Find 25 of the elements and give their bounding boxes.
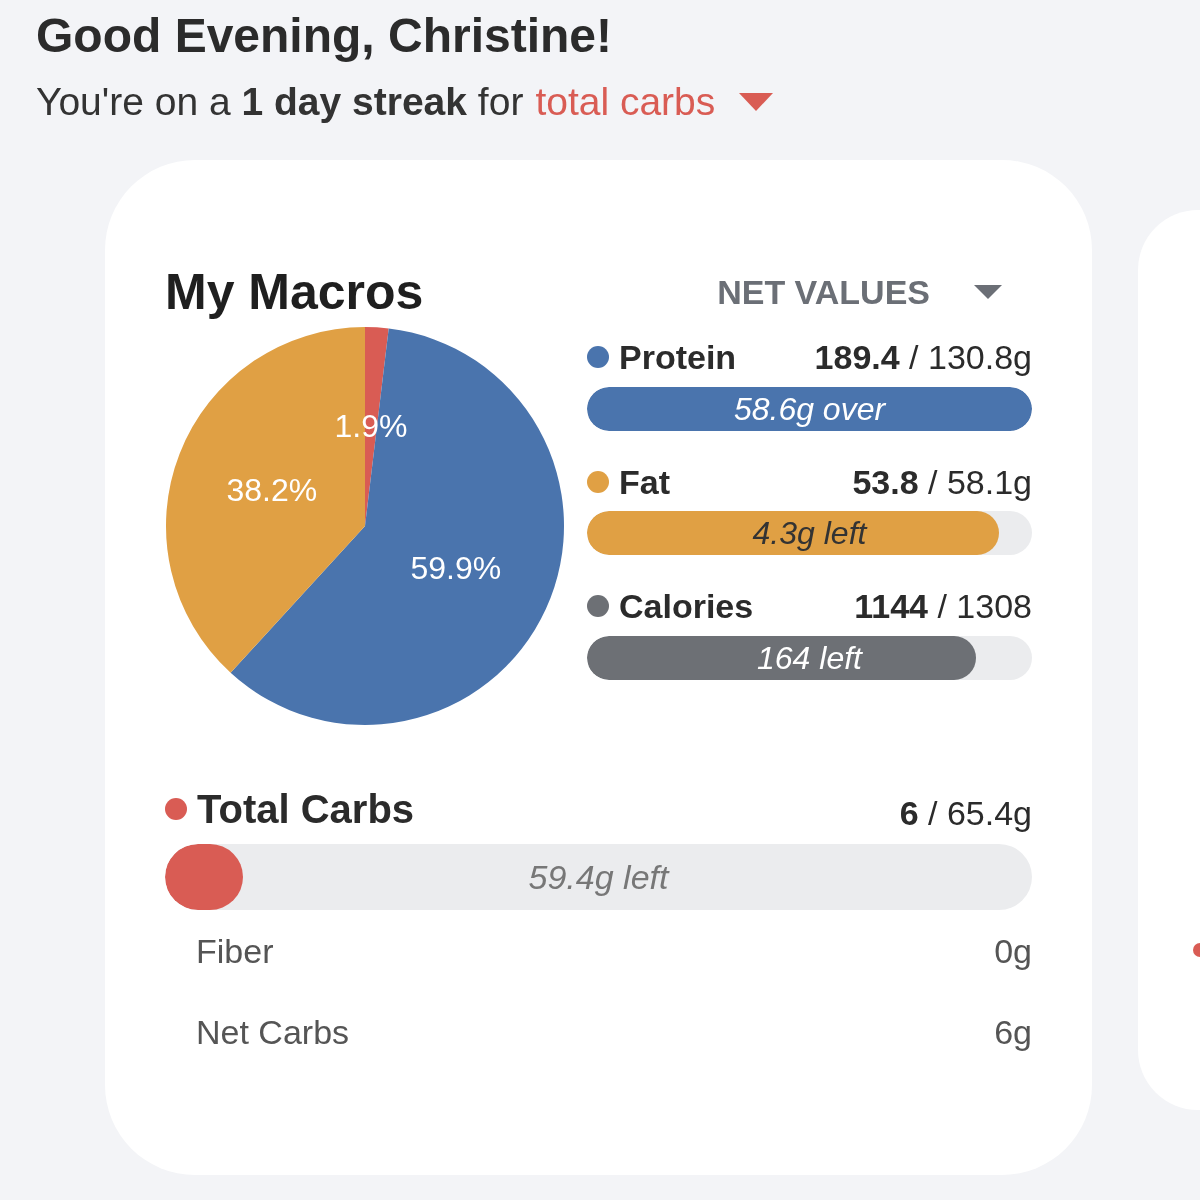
macro-amount: 189.4 / 130.8g — [814, 337, 1032, 378]
slice-label: 38.2% — [226, 471, 318, 508]
macro-name: Total Carbs — [197, 786, 415, 833]
slice-label: 59.9% — [410, 549, 502, 586]
macro-amount: 1144 / 1308 — [854, 586, 1032, 627]
greeting-heading: Good Evening, Christine! — [36, 8, 613, 64]
detail-label: Net Carbs — [196, 1012, 350, 1053]
progress-label: 59.4g left — [528, 860, 669, 894]
values-dropdown[interactable]: NET VALUES — [717, 266, 1002, 318]
caret-icon — [974, 285, 1002, 299]
detail-label: Fiber — [196, 931, 274, 972]
macro-amount: 53.8 / 58.1g — [852, 461, 1032, 503]
detail-value: 6g — [994, 1012, 1032, 1053]
card-title: My Macros — [165, 263, 424, 322]
progress-label: 58.6g over — [733, 392, 886, 425]
macro-name: Protein — [619, 337, 737, 378]
streak-text: You're on a 1 day streak for — [36, 79, 524, 125]
macro-name: Calories — [619, 586, 754, 627]
progress-label: 164 left — [757, 641, 862, 674]
detail-value: 0g — [994, 931, 1032, 972]
progress-label: 4.3g left — [752, 517, 867, 549]
caret-icon — [739, 93, 774, 111]
macro-amount: 6 / 65.4g — [899, 792, 1032, 834]
carbs-dropdown[interactable]: total carbs — [535, 78, 774, 126]
macro-name: Fat — [619, 461, 670, 503]
